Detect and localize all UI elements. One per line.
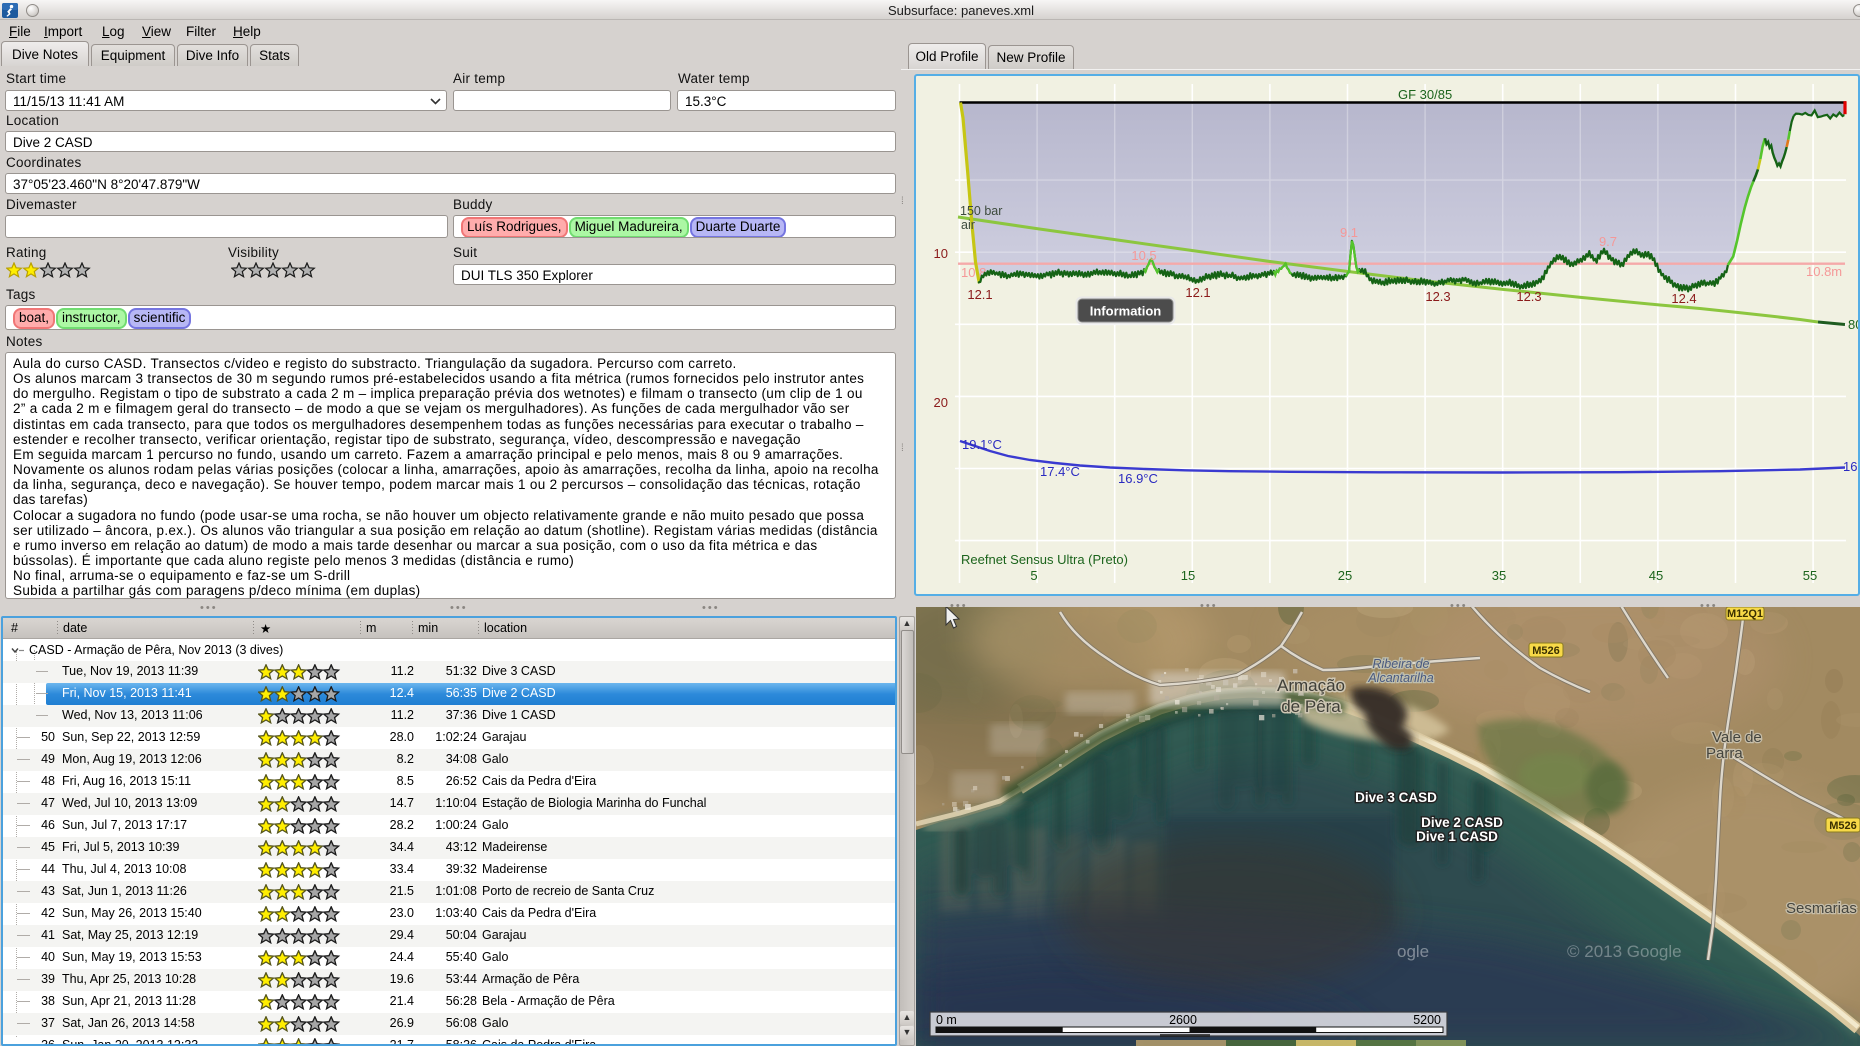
svg-text:55: 55 <box>1803 568 1817 583</box>
svg-text:20: 20 <box>934 395 948 410</box>
svg-text:M526: M526 <box>1532 645 1560 657</box>
svg-text:150 bar: 150 bar <box>960 204 1002 218</box>
svg-text:16.9°C: 16.9°C <box>1118 471 1158 486</box>
svg-text:Vale de: Vale de <box>1712 729 1762 746</box>
svg-text:19.1°C: 19.1°C <box>962 437 1002 452</box>
svg-text:5: 5 <box>1030 568 1037 583</box>
svg-text:16: 16 <box>1843 459 1857 474</box>
svg-text:Information: Information <box>1090 304 1162 319</box>
svg-text:Reefnet Sensus Ultra (Preto): Reefnet Sensus Ultra (Preto) <box>961 552 1128 567</box>
svg-text:M526: M526 <box>1829 820 1857 832</box>
svg-text:Armação: Armação <box>1277 676 1345 695</box>
svg-text:de Pêra: de Pêra <box>1281 697 1341 716</box>
svg-text:12.3: 12.3 <box>1425 289 1450 304</box>
svg-text:GF 30/85: GF 30/85 <box>1398 87 1452 102</box>
svg-text:45: 45 <box>1649 568 1663 583</box>
svg-text:9.1: 9.1 <box>1340 225 1358 240</box>
svg-text:12.1: 12.1 <box>967 287 992 302</box>
svg-text:5200: 5200 <box>1413 1013 1441 1027</box>
svg-text:air: air <box>961 218 975 232</box>
svg-text:10: 10 <box>934 246 948 261</box>
svg-text:12.4: 12.4 <box>1671 291 1696 306</box>
svg-text:25: 25 <box>1338 568 1352 583</box>
svg-text:17.4°C: 17.4°C <box>1040 464 1080 479</box>
svg-text:M12Q1: M12Q1 <box>1727 608 1763 620</box>
svg-text:80: 80 <box>1848 317 1858 332</box>
svg-text:Dive 2 CASD: Dive 2 CASD <box>1421 815 1503 830</box>
svg-text:ogle: ogle <box>1397 942 1429 961</box>
svg-text:15: 15 <box>1181 568 1195 583</box>
svg-text:10.8m: 10.8m <box>1806 264 1842 279</box>
svg-text:Dive 1 CASD: Dive 1 CASD <box>1416 829 1498 844</box>
svg-text:0 m: 0 m <box>936 1013 957 1027</box>
svg-text:Parra: Parra <box>1706 745 1743 762</box>
svg-text:12.1: 12.1 <box>1185 285 1210 300</box>
svg-text:Alcantarilha: Alcantarilha <box>1367 671 1433 685</box>
svg-text:Sesmarias: Sesmarias <box>1786 900 1857 917</box>
svg-text:Ribeira de: Ribeira de <box>1373 657 1430 671</box>
svg-text:2600: 2600 <box>1169 1013 1197 1027</box>
svg-text:© 2013 Google: © 2013 Google <box>1567 942 1682 961</box>
svg-text:9.7: 9.7 <box>1599 234 1617 249</box>
svg-text:Dive 3 CASD: Dive 3 CASD <box>1355 790 1437 805</box>
svg-text:12.3: 12.3 <box>1516 289 1541 304</box>
svg-text:10.5: 10.5 <box>1131 248 1156 263</box>
svg-text:35: 35 <box>1492 568 1506 583</box>
